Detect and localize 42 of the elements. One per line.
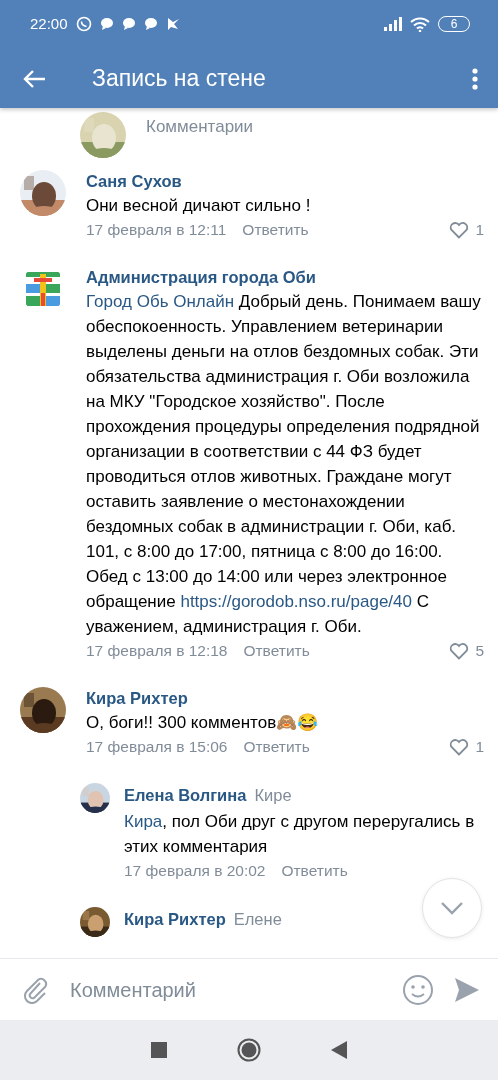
heart-icon[interactable] [449, 642, 470, 660]
author-name[interactable]: Кира Рихтер [124, 907, 226, 930]
reply-to-label: Кире [254, 785, 292, 806]
more-icon [472, 67, 478, 90]
mention-link[interactable]: Кира [124, 811, 163, 831]
emoji-icon[interactable] [402, 973, 434, 1006]
chat-bubble-icon [143, 17, 158, 31]
back-icon[interactable] [331, 1041, 347, 1059]
mention-link[interactable]: Город Обь Онлайн [86, 292, 235, 311]
page-title: Запись на стене [92, 63, 266, 93]
comment-text: Комментарии [146, 116, 255, 138]
author-name[interactable]: Кира Рихтер [86, 687, 188, 709]
comment-text: Кира, пол Оби друг с другом переругались в этих комментария [124, 810, 476, 858]
comment-date: 17 февраля в 20:02 [124, 860, 266, 881]
signal-icon [384, 17, 402, 31]
reply-to-label: Елене [233, 908, 282, 930]
like-count: 1 [475, 220, 484, 240]
chat-bubble-icon [99, 17, 114, 31]
home-icon[interactable] [237, 1038, 261, 1062]
comment-text: О, боги!! 300 комментов🙈😂 [86, 712, 320, 734]
comment-text: Они весной дичают сильно ! [86, 195, 312, 217]
comment-text: Город Обь Онлайн Добрый день. Понимаем вашу обеспокоенность. Управлением ветеринарии выделены деньги на отлов бездомных собак. Эти обязательства администрация г. Оби возложила на МКУ "Городское хозяйство". После прохождения процедуры определения подрядной организации в соответствии с 44 ФЗ будет проводиться отлов животных. Граждане могут оставить заявление о местонахождении бездомных собак в администрации г. Оби, каб. 101, с 8:00 до 17:00, пятница с 8:00 до 16:00. Обед с 13:00 до 14:00 или через электронное обращение https://gorodob.nso.ru/page/40 С уважением, администрация г. Оби. [86, 291, 482, 638]
back-arrow-icon [22, 68, 46, 89]
status-time: 22:00 [30, 13, 68, 34]
send-icon[interactable] [454, 976, 480, 1003]
url-link[interactable]: https://gorodob.nso.ru/page/40 [180, 592, 412, 611]
whatsapp-icon [75, 16, 92, 32]
author-name[interactable]: Саня Сухов [86, 170, 182, 192]
more-button[interactable] [472, 66, 478, 90]
chat-bubble-icon [121, 17, 136, 31]
comment-date: 17 февраля в 12:18 [86, 641, 228, 661]
author-name[interactable]: Администрация города Оби [86, 266, 316, 288]
chevron-down-icon [440, 901, 464, 915]
paperclip-icon[interactable] [22, 975, 48, 1004]
heart-icon[interactable] [449, 738, 470, 756]
comment-date: 17 февраля в 15:06 [86, 737, 228, 757]
like-count: 5 [475, 641, 484, 661]
author-name[interactable]: Елена Волгина [124, 784, 247, 806]
like-count: 1 [475, 737, 484, 757]
wifi-icon [410, 16, 430, 32]
comment-date: 17 февраля в 12:11 [86, 220, 227, 240]
heart-icon[interactable] [449, 221, 470, 239]
